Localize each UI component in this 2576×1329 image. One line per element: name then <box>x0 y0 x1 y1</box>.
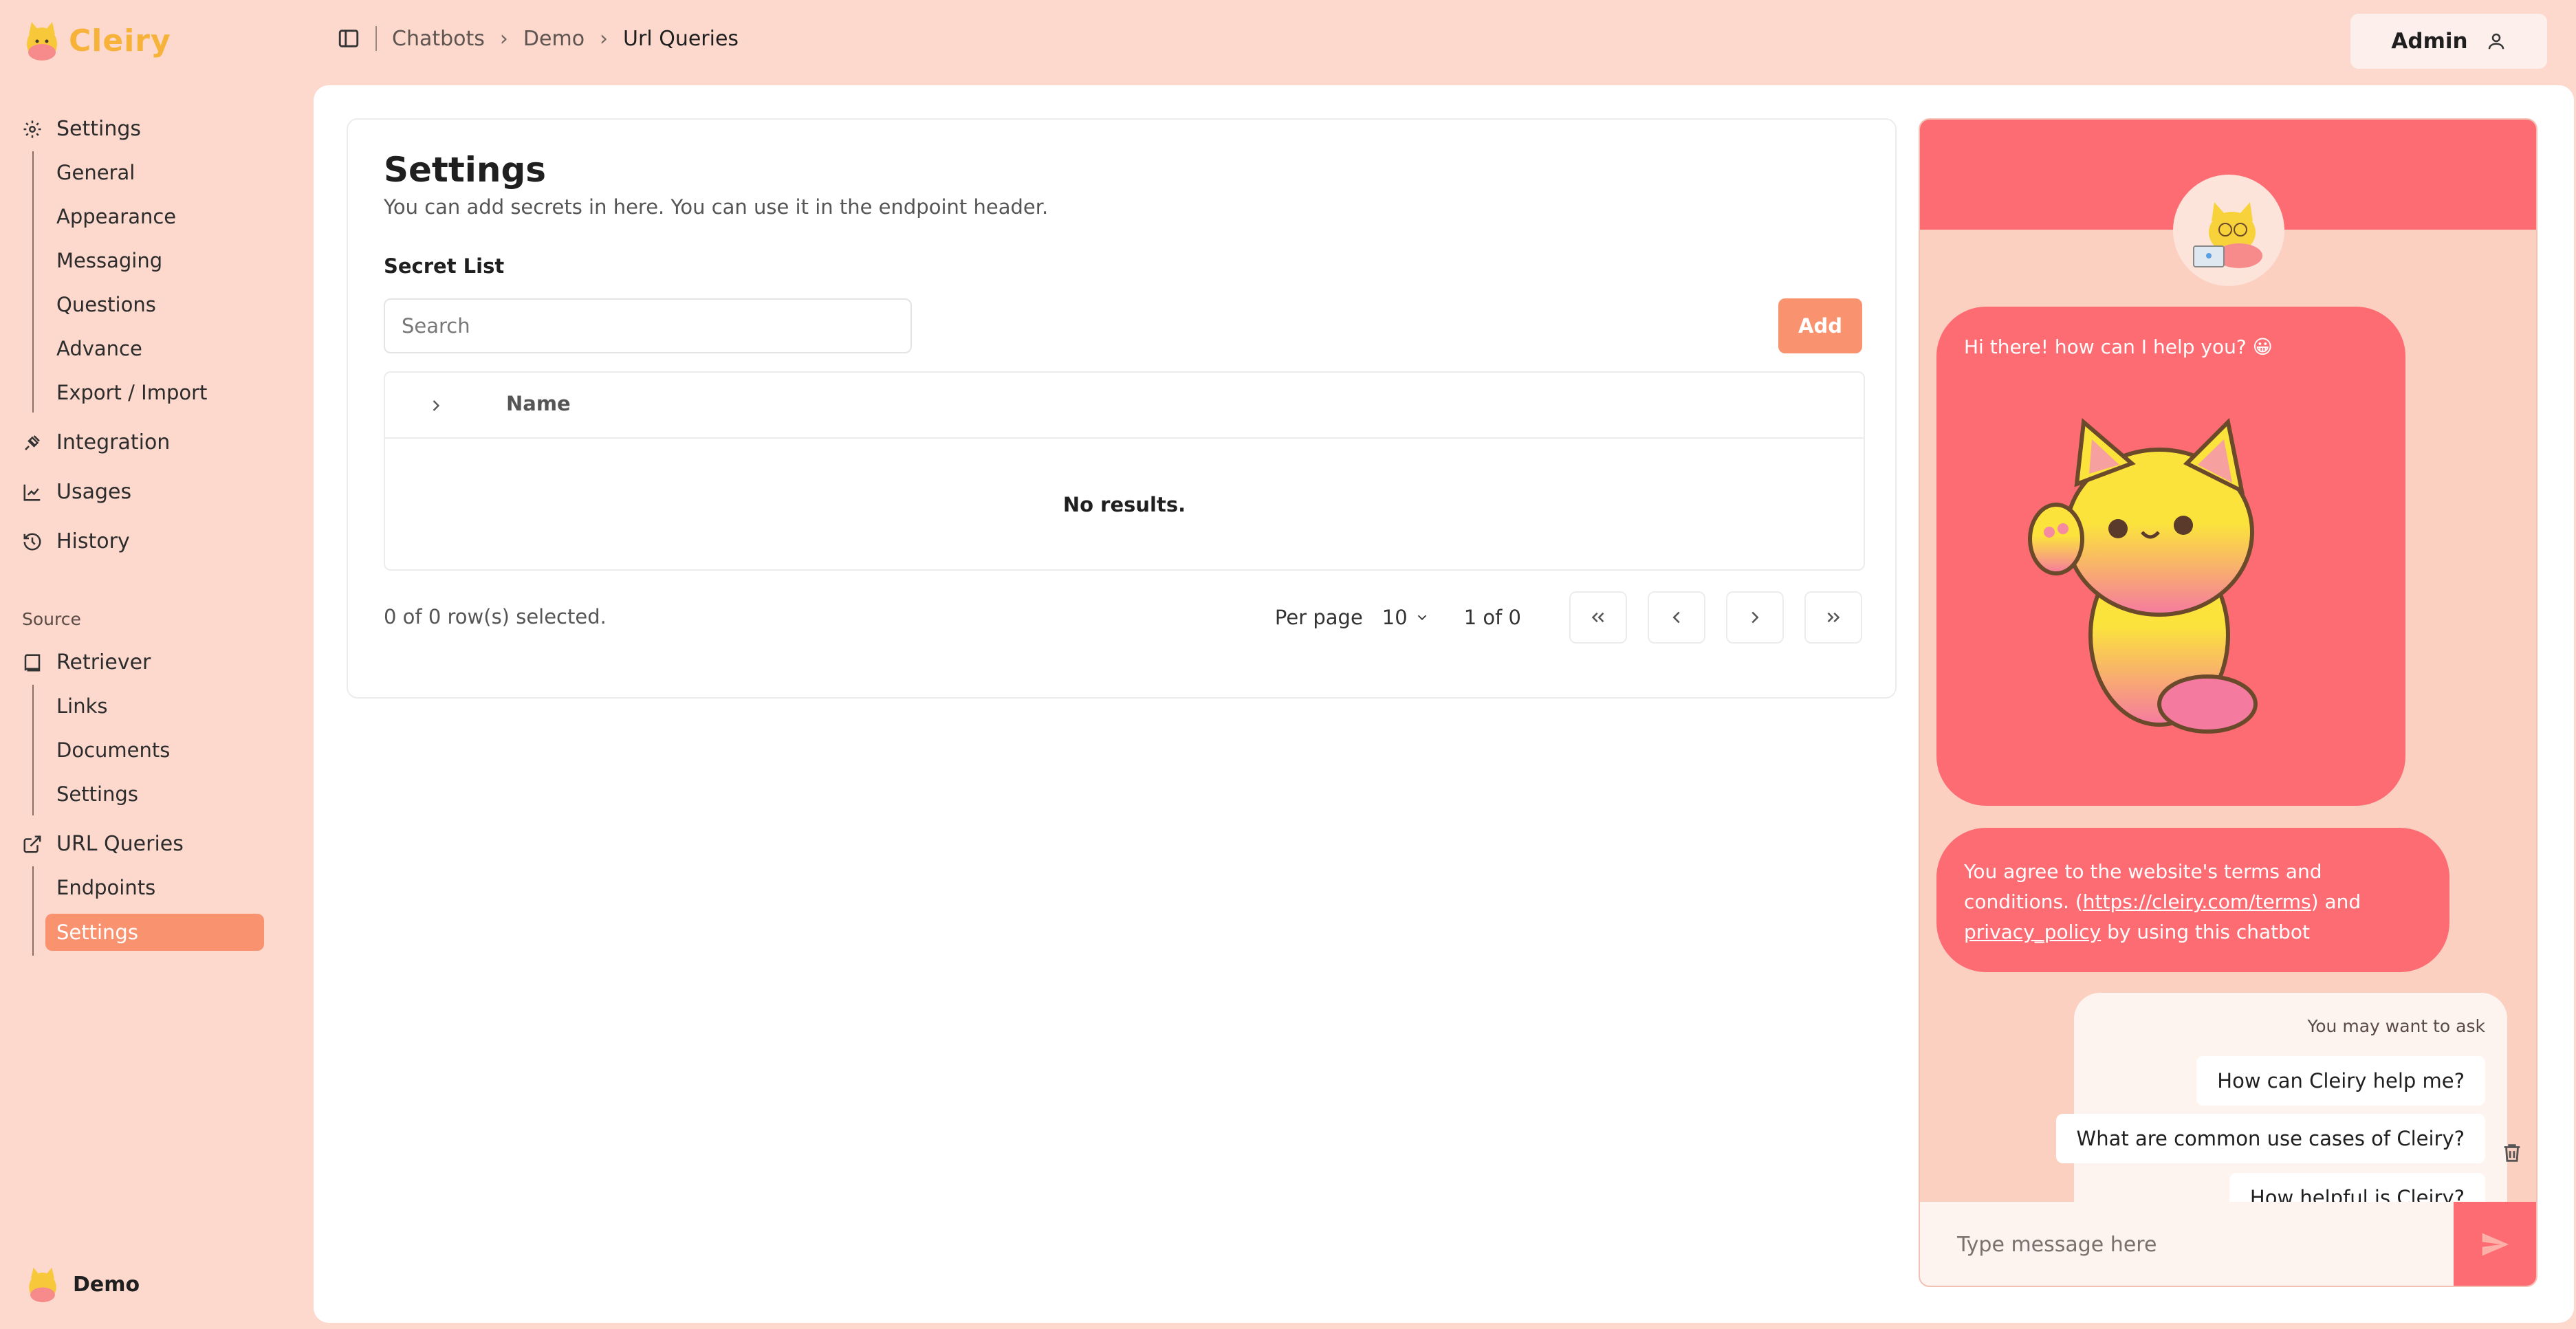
cat-laptop-icon <box>2193 202 2262 268</box>
admin-label: Admin <box>2391 29 2468 54</box>
plug-icon <box>25 435 40 450</box>
prev-page-button[interactable] <box>1648 591 1705 644</box>
chevrons-right-icon <box>1827 612 1840 623</box>
sidebar-item-url-queries[interactable]: URL Queries <box>22 832 184 856</box>
sidebar-item-links[interactable]: Links <box>56 694 108 718</box>
gear-icon <box>23 120 41 138</box>
sidebar-item-label: Settings <box>56 117 142 141</box>
breadcrumb-chatbots[interactable]: Chatbots <box>392 27 485 51</box>
sidebar-item-questions[interactable]: Questions <box>56 293 156 316</box>
settings-card: Settings You can add secrets in here. Yo… <box>347 118 1897 699</box>
avatar <box>29 1267 56 1302</box>
greeting-text: Hi there! how can I help you? 😀 <box>1964 336 2273 358</box>
suggest-hint: You may want to ask <box>2307 1016 2485 1036</box>
chevron-right-icon: › <box>499 26 508 51</box>
sidebar-item-history[interactable]: History <box>22 529 130 553</box>
sub-divider <box>32 866 34 956</box>
empty-state: No results. <box>1062 493 1186 516</box>
user-menu[interactable]: Demo <box>25 1265 140 1304</box>
last-page-button[interactable] <box>1804 591 1862 644</box>
page-description: You can add secrets in here. You can use… <box>384 195 1049 219</box>
send-button[interactable] <box>2454 1202 2536 1286</box>
next-page-button[interactable] <box>1726 591 1784 644</box>
chevron-right-icon: › <box>600 26 609 51</box>
per-page-value: 10 <box>1382 606 1408 629</box>
sidebar-item-url-settings[interactable]: Settings <box>45 914 264 951</box>
sidebar-item-label: Retriever <box>56 650 151 674</box>
suggestion-chip[interactable]: How can Cleiry help me? <box>2196 1056 2485 1106</box>
column-header-name[interactable]: Name <box>506 392 571 415</box>
brand-name: Cleiry <box>69 23 171 58</box>
brand-logo[interactable]: Cleiry <box>22 19 171 62</box>
sidebar-toggle-icon[interactable] <box>337 27 360 50</box>
sidebar-item-label: Integration <box>56 430 171 454</box>
breadcrumb-current: Url Queries <box>623 26 739 51</box>
trash-icon[interactable] <box>2500 1140 2524 1166</box>
sub-divider <box>32 151 34 413</box>
sidebar-item-endpoints[interactable]: Endpoints <box>56 876 155 899</box>
sidebar-item-documents[interactable]: Documents <box>56 738 170 762</box>
breadcrumb: Chatbots › Demo › Url Queries <box>337 26 739 51</box>
sidebar-item-integration[interactable]: Integration <box>22 430 170 454</box>
privacy-link[interactable]: privacy_policy <box>1964 921 2101 943</box>
breadcrumb-demo[interactable]: Demo <box>523 27 585 51</box>
waving-cat-illustration <box>2028 417 2258 734</box>
page-title: Settings <box>384 150 547 190</box>
main-panel: Settings You can add secrets in here. Yo… <box>314 85 2574 1323</box>
terms-text: ) and <box>2311 890 2361 913</box>
secret-table: Name No results. <box>384 371 1865 571</box>
sidebar-item-label: URL Queries <box>56 832 184 856</box>
sidebar-item-general[interactable]: General <box>56 161 135 184</box>
search-input[interactable] <box>384 298 912 353</box>
terms-text: by using this chatbot <box>2101 921 2311 943</box>
sidebar-item-messaging[interactable]: Messaging <box>56 249 162 272</box>
external-link-icon <box>23 835 41 853</box>
bot-message-terms: You agree to the website's terms and con… <box>1936 828 2449 972</box>
sidebar-item-export-import[interactable]: Export / Import <box>56 381 207 404</box>
section-label-source: Source <box>22 609 81 629</box>
sidebar-item-advance[interactable]: Advance <box>56 337 142 360</box>
sidebar-item-settings[interactable]: Settings <box>22 117 141 141</box>
sidebar-item-label: Usages <box>56 480 132 504</box>
page-indicator: 1 of 0 <box>1463 606 1521 629</box>
first-page-button[interactable] <box>1569 591 1627 644</box>
chevrons-left-icon <box>1591 612 1604 623</box>
bot-message-greeting: Hi there! how can I help you? 😀 <box>1936 307 2405 806</box>
chevron-left-icon <box>1672 611 1680 624</box>
cat-logo-icon <box>27 22 57 61</box>
chevron-down-icon <box>1417 615 1426 621</box>
chevron-right-icon[interactable] <box>426 396 446 415</box>
chart-icon <box>23 484 41 501</box>
per-page-label: Per page <box>1274 606 1363 629</box>
book-icon <box>24 654 41 671</box>
sub-divider <box>32 685 34 815</box>
chat-message-input[interactable] <box>1920 1202 2456 1286</box>
admin-button[interactable]: Admin <box>2350 14 2547 69</box>
sidebar-item-retriever-settings[interactable]: Settings <box>56 782 138 806</box>
selection-count: 0 of 0 row(s) selected. <box>384 605 607 628</box>
user-icon <box>2488 33 2504 50</box>
sidebar-item-label: History <box>56 529 130 553</box>
per-page-select[interactable]: 10 <box>1382 606 1430 629</box>
sidebar-item-retriever[interactable]: Retriever <box>22 650 151 674</box>
sidebar-item-appearance[interactable]: Appearance <box>56 205 176 228</box>
terms-link[interactable]: https://cleiry.com/terms <box>2083 890 2311 913</box>
send-icon <box>2482 1233 2509 1256</box>
user-name: Demo <box>73 1272 140 1297</box>
add-button[interactable]: Add <box>1778 298 1862 353</box>
suggestion-chip[interactable]: What are common use cases of Cleiry? <box>2055 1114 2485 1163</box>
chatbot-avatar <box>2173 175 2284 286</box>
history-icon <box>23 533 41 550</box>
table-header: Name <box>385 373 1864 439</box>
secret-list-title: Secret List <box>384 254 505 278</box>
pagination: Per page 10 1 of 0 <box>1275 591 1862 644</box>
chat-preview: Hi there! how can I help you? 😀 You agre… <box>1919 118 2537 1287</box>
divider <box>375 26 377 51</box>
sidebar-item-usages[interactable]: Usages <box>22 480 131 504</box>
chevron-right-icon <box>1751 611 1759 624</box>
